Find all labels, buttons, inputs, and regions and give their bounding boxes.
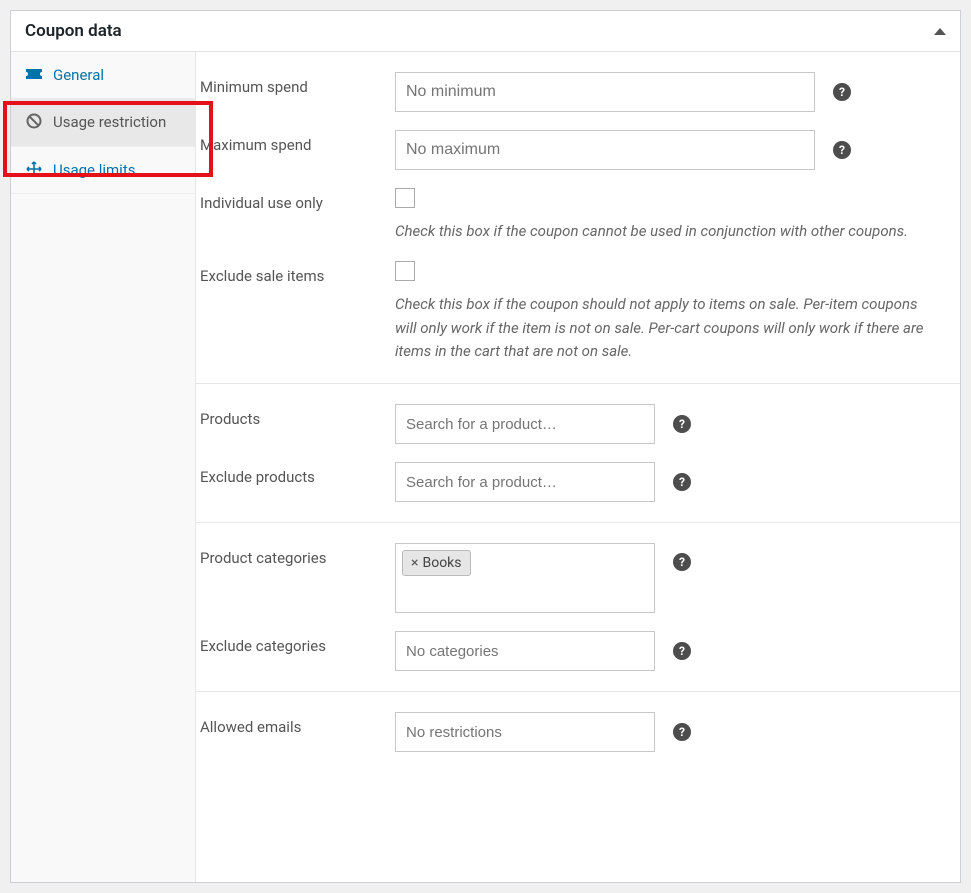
field-exclude-products: Exclude products [200,462,940,502]
sidebar-item-label: Usage restriction [53,112,166,132]
field-product-categories: Product categories × Books [200,543,940,613]
sidebar-item-label: Usage limits [53,160,135,180]
tag-label: Books [422,555,461,571]
section-categories: Product categories × Books Exclude categ… [196,523,960,692]
products-input[interactable] [395,404,655,444]
field-allowed-emails: Allowed emails [200,712,940,752]
sidebar-item-general[interactable]: General [11,52,195,99]
help-icon[interactable] [673,723,691,741]
section-spend-limits: Minimum spend Maximum spend Individual u… [196,52,960,384]
field-maximum-spend: Maximum spend [200,130,940,170]
section-emails: Allowed emails [196,692,960,772]
category-tag-books[interactable]: × Books [402,550,471,576]
field-label: Individual use only [200,188,395,212]
field-minimum-spend: Minimum spend [200,72,940,112]
ticket-icon [25,65,43,83]
maximum-spend-input[interactable] [395,130,815,170]
panel-body: General Usage restriction Usage limits [11,52,960,882]
field-exclude-categories: Exclude categories [200,631,940,671]
minimum-spend-input[interactable] [395,72,815,112]
coupon-data-panel: Coupon data General Usage restriction [10,10,961,883]
section-products: Products Exclude products [196,384,960,523]
field-label: Products [200,404,395,428]
exclude-sale-checkbox[interactable] [395,261,415,281]
content-area: Minimum spend Maximum spend Individual u… [196,52,960,882]
field-exclude-sale: Exclude sale items Check this box if the… [200,261,940,363]
help-icon[interactable] [833,83,851,101]
field-label: Exclude sale items [200,261,395,285]
sidebar-item-usage-restriction[interactable]: Usage restriction [11,99,195,146]
sidebar: General Usage restriction Usage limits [11,52,196,882]
field-label: Allowed emails [200,712,395,736]
help-icon[interactable] [833,141,851,159]
collapse-toggle-icon[interactable] [934,28,946,35]
individual-use-checkbox[interactable] [395,188,415,208]
field-label: Minimum spend [200,72,395,96]
help-icon[interactable] [673,415,691,433]
field-label: Exclude products [200,462,395,486]
help-icon[interactable] [673,642,691,660]
product-categories-input[interactable]: × Books [395,543,655,613]
panel-title: Coupon data [25,21,122,41]
exclude-categories-input[interactable] [395,631,655,671]
help-icon[interactable] [673,553,691,571]
move-icon [25,160,43,178]
field-label: Exclude categories [200,631,395,655]
allowed-emails-input[interactable] [395,712,655,752]
individual-use-description: Check this box if the coupon cannot be u… [395,220,908,243]
panel-header: Coupon data [11,11,960,52]
exclude-products-input[interactable] [395,462,655,502]
field-products: Products [200,404,940,444]
field-individual-use: Individual use only Check this box if th… [200,188,940,243]
sidebar-item-label: General [53,65,104,85]
sidebar-item-usage-limits[interactable]: Usage limits [11,147,195,194]
help-icon[interactable] [673,473,691,491]
prohibit-icon [25,112,43,130]
field-label: Maximum spend [200,130,395,154]
field-label: Product categories [200,543,395,567]
exclude-sale-description: Check this box if the coupon should not … [395,293,935,363]
remove-tag-icon[interactable]: × [411,555,418,571]
